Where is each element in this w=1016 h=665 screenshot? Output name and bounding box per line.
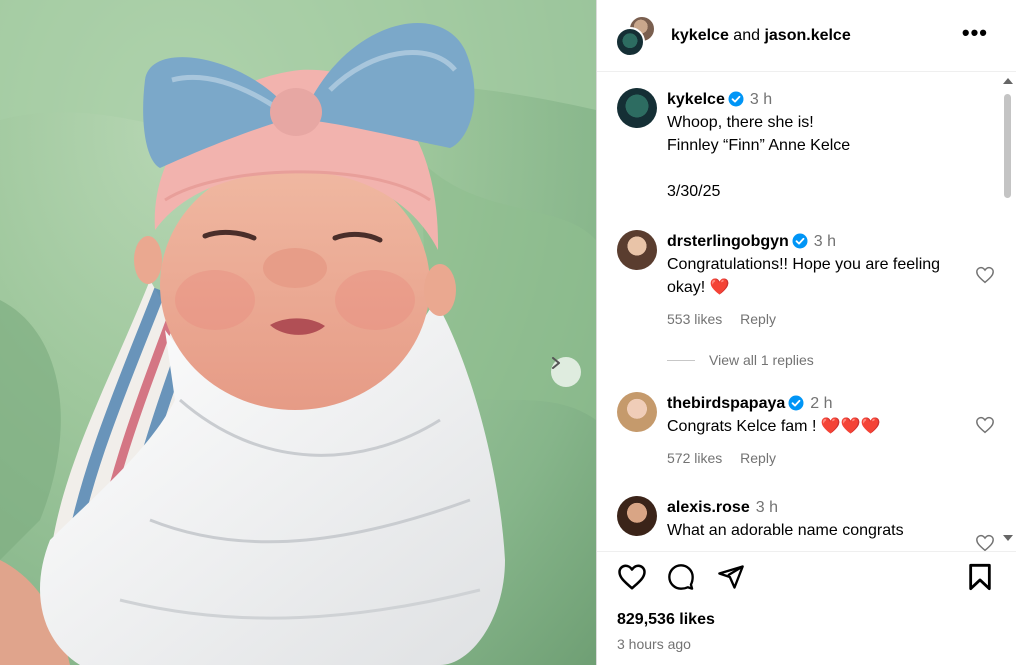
post-actions — [597, 563, 1016, 603]
avatar[interactable] — [617, 496, 657, 536]
caption-username[interactable]: kykelce — [667, 91, 725, 108]
post-header: kykelce and jason.kelce ••• — [597, 0, 1016, 72]
author-link-2[interactable]: jason.kelce — [764, 27, 850, 44]
like-comment-heart-icon[interactable] — [975, 534, 995, 552]
avatar[interactable] — [617, 392, 657, 432]
post-side-panel: kykelce and jason.kelce ••• kykelce 3 h W… — [596, 0, 1016, 665]
comment-time: 2 h — [810, 395, 833, 412]
chevron-right-icon — [552, 357, 560, 369]
comment: drsterlingobgyn 3 h Congratulations!! Hop… — [617, 230, 994, 331]
author-conjunction: and — [733, 26, 760, 44]
comment: alexis.rose 3 h What an adorable name con… — [617, 496, 994, 551]
comment: thebirdspapaya 2 h Congrats Kelce fam ! ❤… — [617, 392, 994, 470]
like-heart-icon[interactable] — [617, 563, 647, 591]
comment-time: 3 h — [755, 499, 778, 516]
reply-button[interactable]: Reply — [740, 311, 776, 327]
comment-username[interactable]: drsterlingobgyn — [667, 233, 789, 250]
post-photo[interactable] — [0, 0, 596, 665]
comment-time: 3 h — [813, 233, 837, 250]
comment-likes[interactable]: 572 likes — [667, 450, 722, 466]
avatar-kylie — [615, 26, 645, 57]
verified-badge-icon — [792, 233, 808, 249]
caption-time: 3 h — [749, 91, 773, 108]
reply-button[interactable]: Reply — [740, 450, 776, 466]
comment-likes[interactable]: 553 likes — [667, 311, 722, 327]
comment-text: Congratulations!! Hope you are feeling o… — [667, 256, 941, 296]
comment-text: What an adorable name congrats — [667, 522, 904, 539]
more-options-icon[interactable]: ••• — [962, 22, 988, 44]
like-comment-heart-icon[interactable] — [975, 266, 995, 284]
view-replies-label: View all 1 replies — [709, 352, 814, 368]
avatar[interactable] — [617, 230, 657, 270]
post-authors: kykelce and jason.kelce — [671, 27, 851, 45]
comment-username[interactable]: alexis.rose — [667, 499, 750, 516]
author-link-1[interactable]: kykelce — [671, 27, 729, 44]
post-likes-count[interactable]: 829,536 likes — [617, 611, 715, 629]
like-comment-heart-icon[interactable] — [975, 416, 995, 434]
baby-photo-illustration — [0, 0, 596, 665]
replies-divider-line — [667, 359, 695, 361]
scroll-down-arrow-icon[interactable] — [1003, 535, 1013, 541]
comment-username[interactable]: thebirdspapaya — [667, 395, 785, 412]
caption-text: Whoop, there she is! Finnley “Finn” Anne… — [667, 114, 851, 200]
comment-text: Congrats Kelce fam ! ❤️❤️❤️ — [667, 418, 881, 435]
collab-avatars[interactable] — [615, 14, 657, 57]
verified-badge-icon — [728, 91, 744, 107]
scrollbar-thumb[interactable] — [1004, 94, 1011, 198]
next-photo-button[interactable] — [551, 357, 581, 387]
comments-scroll-area[interactable]: kykelce 3 h Whoop, there she is! Finnley … — [597, 72, 1016, 552]
view-replies-button[interactable]: View all 1 replies — [667, 352, 814, 368]
share-send-icon[interactable] — [717, 563, 745, 591]
scroll-up-arrow-icon[interactable] — [1003, 78, 1013, 84]
caption: kykelce 3 h Whoop, there she is! Finnley … — [617, 88, 977, 203]
avatar[interactable] — [617, 88, 657, 128]
post-timestamp[interactable]: 3 hours ago — [617, 636, 691, 652]
verified-badge-icon — [788, 395, 804, 411]
save-bookmark-icon[interactable] — [967, 563, 993, 591]
comment-bubble-icon[interactable] — [667, 563, 695, 591]
